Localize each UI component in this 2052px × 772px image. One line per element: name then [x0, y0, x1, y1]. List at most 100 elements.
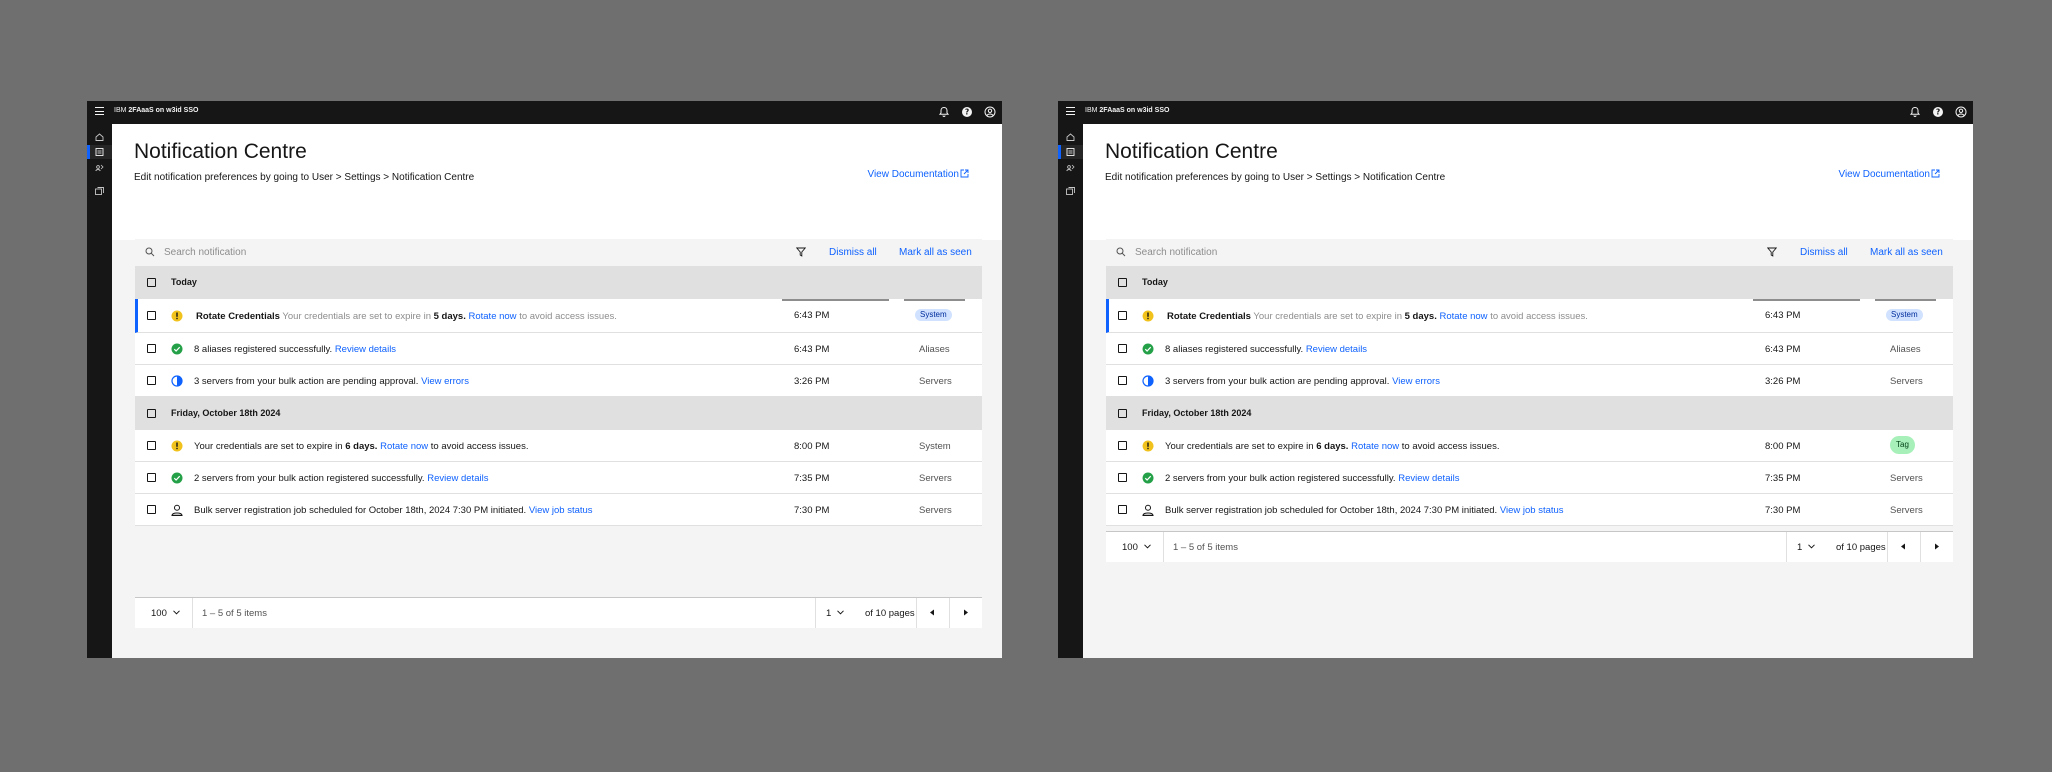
page-number-select[interactable]: 1	[1797, 542, 1816, 553]
caret-right-icon[interactable]	[963, 609, 969, 616]
notification-category: Servers	[919, 505, 952, 516]
view-documentation-link[interactable]: View Documentation	[867, 169, 969, 180]
item-range-text: 1 – 5 of 5 items	[202, 608, 267, 619]
select-group-checkbox[interactable]	[147, 278, 156, 287]
notification-time: 7:35 PM	[794, 473, 830, 484]
row-checkbox[interactable]	[147, 344, 156, 353]
row-checkbox[interactable]	[147, 473, 156, 482]
notification-list: Dismiss all Mark all as seen Today Rotat…	[135, 239, 982, 526]
help-icon[interactable]: ?	[1932, 106, 1944, 118]
select-group-checkbox[interactable]	[1118, 409, 1127, 418]
select-group-checkbox[interactable]	[1118, 278, 1127, 287]
dismiss-all-button[interactable]: Dismiss all	[1800, 247, 1848, 258]
row-checkbox[interactable]	[147, 311, 156, 320]
users-icon	[95, 164, 104, 172]
notification-row[interactable]: Your credentials are set to expire in 6 …	[135, 430, 982, 462]
items-per-page-select[interactable]: 100	[1122, 542, 1151, 553]
review-details-link[interactable]: Review details	[1398, 473, 1459, 484]
side-nav-notifications[interactable]	[1058, 145, 1083, 159]
brand-name[interactable]: IBM 2FAaaS on w3id SSO	[1085, 107, 1169, 114]
side-nav-users[interactable]	[87, 161, 112, 175]
view-job-status-link[interactable]: View job status	[1500, 505, 1564, 516]
notification-category: Aliases	[1890, 344, 1921, 355]
row-checkbox[interactable]	[1118, 376, 1127, 385]
list-toolbar: Dismiss all Mark all as seen	[135, 239, 982, 266]
row-checkbox[interactable]	[147, 376, 156, 385]
row-checkbox[interactable]	[1118, 344, 1127, 353]
notification-row[interactable]: Your credentials are set to expire in 6 …	[1106, 430, 1953, 462]
rotate-now-link[interactable]: Rotate now	[1351, 441, 1399, 452]
caret-left-icon[interactable]	[1900, 543, 1906, 550]
side-nav-home[interactable]	[87, 130, 112, 144]
view-documentation-link[interactable]: View Documentation	[1838, 169, 1940, 180]
select-group-checkbox[interactable]	[147, 409, 156, 418]
review-details-link[interactable]: Review details	[335, 344, 396, 355]
rotate-now-link[interactable]: Rotate now	[1439, 311, 1487, 322]
search-input[interactable]	[164, 244, 544, 260]
group-label: Friday, October 18th 2024	[1142, 408, 1252, 418]
search-input[interactable]	[1135, 244, 1515, 260]
notification-row-rotate-credentials[interactable]: Rotate Credentials Your credentials are …	[1106, 299, 1953, 333]
notification-message: Rotate Credentials Your credentials are …	[196, 311, 617, 322]
page-number-select[interactable]: 1	[826, 608, 845, 619]
filter-icon[interactable]	[796, 247, 806, 257]
servers-icon	[95, 187, 104, 195]
page-header: Notification Centre Edit notification pr…	[1083, 124, 1973, 240]
user-avatar-icon[interactable]	[1955, 106, 1967, 118]
rotate-now-link[interactable]: Rotate now	[380, 441, 428, 452]
brand-name[interactable]: IBM 2FAaaS on w3id SSO	[114, 107, 198, 114]
items-per-page-select[interactable]: 100	[151, 608, 180, 619]
row-checkbox[interactable]	[1118, 311, 1127, 320]
side-nav-users[interactable]	[1058, 161, 1083, 175]
bell-icon[interactable]	[938, 106, 950, 118]
notification-message: 3 servers from your bulk action are pend…	[194, 376, 469, 387]
bell-icon[interactable]	[1909, 106, 1921, 118]
view-errors-link[interactable]: View errors	[1392, 376, 1440, 387]
rotate-now-link[interactable]: Rotate now	[468, 311, 516, 322]
notification-row[interactable]: 3 servers from your bulk action are pend…	[1106, 365, 1953, 397]
review-details-link[interactable]: Review details	[1306, 344, 1367, 355]
caret-right-icon[interactable]	[1934, 543, 1940, 550]
launch-icon	[1931, 169, 1940, 178]
row-checkbox[interactable]	[1118, 473, 1127, 482]
row-checkbox[interactable]	[1118, 441, 1127, 450]
notification-row[interactable]: 8 aliases registered successfully. Revie…	[135, 333, 982, 365]
launch-icon	[960, 169, 969, 178]
row-checkbox[interactable]	[147, 505, 156, 514]
dismiss-all-button[interactable]: Dismiss all	[829, 247, 877, 258]
page-subtitle: Edit notification preferences by going t…	[134, 172, 475, 183]
side-nav-notifications[interactable]	[87, 145, 112, 159]
hamburger-icon[interactable]	[95, 107, 104, 118]
row-checkbox[interactable]	[1118, 505, 1127, 514]
user-avatar-icon[interactable]	[984, 106, 996, 118]
help-icon[interactable]: ?	[961, 106, 973, 118]
tag-cell: System	[1875, 299, 1936, 331]
notification-row[interactable]: Bulk server registration job scheduled f…	[1106, 494, 1953, 526]
divider	[815, 598, 816, 628]
mark-all-seen-button[interactable]: Mark all as seen	[899, 247, 972, 258]
notification-row-rotate-credentials[interactable]: Rotate Credentials Your credentials are …	[135, 299, 982, 333]
view-job-status-link[interactable]: View job status	[529, 505, 593, 516]
user-job-icon	[171, 504, 183, 516]
notification-centre-window-after: IBM 2FAaaS on w3id SSO ? Notification Ce…	[1058, 101, 1973, 658]
view-errors-link[interactable]: View errors	[421, 376, 469, 387]
notification-row[interactable]: 2 servers from your bulk action register…	[135, 462, 982, 494]
notification-row[interactable]: Bulk server registration job scheduled f…	[135, 494, 982, 526]
hamburger-icon[interactable]	[1066, 107, 1075, 118]
mark-all-seen-button[interactable]: Mark all as seen	[1870, 247, 1943, 258]
side-nav-home[interactable]	[1058, 130, 1083, 144]
row-checkbox[interactable]	[147, 441, 156, 450]
caret-left-icon[interactable]	[929, 609, 935, 616]
notification-row[interactable]: 2 servers from your bulk action register…	[1106, 462, 1953, 494]
divider	[916, 598, 917, 628]
notification-row[interactable]: 8 aliases registered successfully. Revie…	[1106, 333, 1953, 365]
side-nav-servers[interactable]	[87, 184, 112, 198]
notification-row[interactable]: 3 servers from your bulk action are pend…	[135, 365, 982, 397]
filter-icon[interactable]	[1767, 247, 1777, 257]
home-icon	[95, 133, 104, 141]
notification-category: Aliases	[919, 344, 950, 355]
top-header-bar: IBM 2FAaaS on w3id SSO ?	[1058, 101, 1973, 124]
checkmark-icon	[171, 343, 183, 355]
side-nav-servers[interactable]	[1058, 184, 1083, 198]
review-details-link[interactable]: Review details	[427, 473, 488, 484]
